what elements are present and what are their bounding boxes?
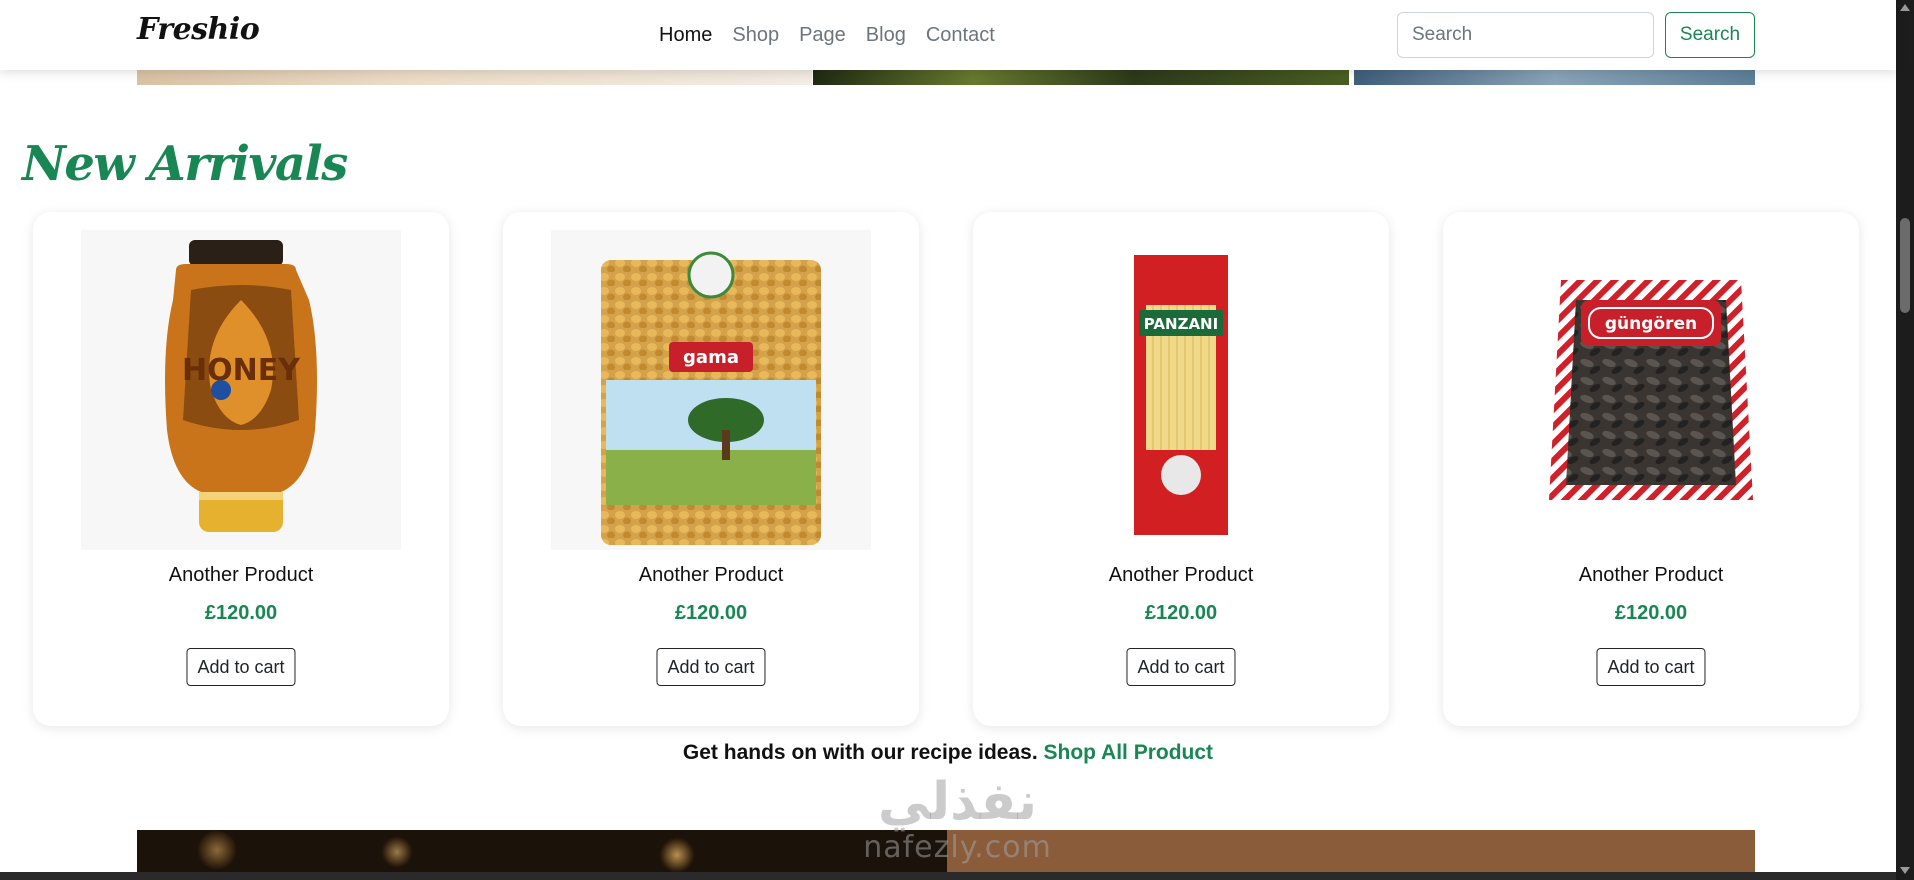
scroll-up-icon[interactable] bbox=[1900, 4, 1910, 11]
product-image-pasta[interactable]: PANZANI bbox=[1021, 230, 1341, 550]
nav-link-blog[interactable]: Blog bbox=[866, 24, 906, 47]
product-title[interactable]: Another Product bbox=[1443, 564, 1859, 587]
search-button[interactable]: Search bbox=[1665, 12, 1755, 58]
honey-label-text: HONEY bbox=[182, 353, 301, 388]
promo-banner-right bbox=[947, 830, 1755, 872]
navbar: Freshio Home Shop Page Blog Contact Sear… bbox=[0, 0, 1896, 70]
seeds-label-text: güngören bbox=[1605, 314, 1697, 334]
watermark: نفذلي nafezly.com bbox=[850, 770, 1065, 880]
promo-banner-left bbox=[137, 830, 947, 872]
product-price: £120.00 bbox=[1614, 602, 1688, 624]
scroll-down-icon[interactable] bbox=[1900, 867, 1910, 874]
watermark-arabic: نفذلي bbox=[877, 772, 1038, 832]
product-price: £120.00 bbox=[1144, 602, 1218, 624]
add-to-cart-button[interactable]: Add to cart bbox=[186, 648, 296, 686]
banner-image-middle bbox=[813, 70, 1349, 85]
page-scrollbar[interactable] bbox=[1896, 0, 1914, 880]
popcorn-label-text: gama bbox=[683, 347, 739, 368]
scroll-thumb[interactable] bbox=[1900, 218, 1910, 313]
shop-all-link[interactable]: Shop All Product bbox=[1044, 741, 1214, 764]
nav-link-home[interactable]: Home bbox=[659, 24, 712, 47]
product-card[interactable]: gama Another Product £120.00 Add to cart bbox=[503, 212, 919, 726]
nav-link-shop[interactable]: Shop bbox=[732, 24, 779, 47]
nav-links: Home Shop Page Blog Contact bbox=[659, 24, 995, 47]
product-image-honey[interactable]: HONEY bbox=[81, 230, 401, 550]
watermark-latin: nafezly.com bbox=[863, 830, 1052, 865]
product-card[interactable]: HONEY Another Product £120.00 Add to car… bbox=[33, 212, 449, 726]
product-card[interactable]: PANZANI Another Product £120.00 Add to c… bbox=[973, 212, 1389, 726]
product-title[interactable]: Another Product bbox=[503, 564, 919, 587]
add-to-cart-button[interactable]: Add to cart bbox=[1126, 648, 1236, 686]
section-title: New Arrivals bbox=[22, 136, 348, 192]
nav-link-contact[interactable]: Contact bbox=[926, 24, 995, 47]
banner-image-right bbox=[1354, 70, 1755, 85]
product-title[interactable]: Another Product bbox=[973, 564, 1389, 587]
cta-text: Get hands on with our recipe ideas. bbox=[682, 741, 1044, 764]
product-title[interactable]: Another Product bbox=[33, 564, 449, 587]
search-input[interactable] bbox=[1397, 12, 1654, 58]
taskbar-edge bbox=[0, 872, 1896, 880]
add-to-cart-button[interactable]: Add to cart bbox=[656, 648, 766, 686]
pasta-label-text: PANZANI bbox=[1144, 315, 1218, 333]
product-image-sunflower-seeds[interactable]: güngören bbox=[1491, 230, 1811, 550]
product-card[interactable]: güngören Another Product £120.00 Add to … bbox=[1443, 212, 1859, 726]
banner-image-left bbox=[137, 70, 812, 85]
product-price: £120.00 bbox=[204, 602, 278, 624]
product-price: £120.00 bbox=[674, 602, 748, 624]
add-to-cart-button[interactable]: Add to cart bbox=[1596, 648, 1706, 686]
product-image-popcorn[interactable]: gama bbox=[551, 230, 871, 550]
nav-link-page[interactable]: Page bbox=[799, 24, 846, 47]
brand-logo[interactable]: Freshio bbox=[137, 12, 260, 47]
recipe-cta: Get hands on with our recipe ideas. Shop… bbox=[0, 741, 1896, 765]
